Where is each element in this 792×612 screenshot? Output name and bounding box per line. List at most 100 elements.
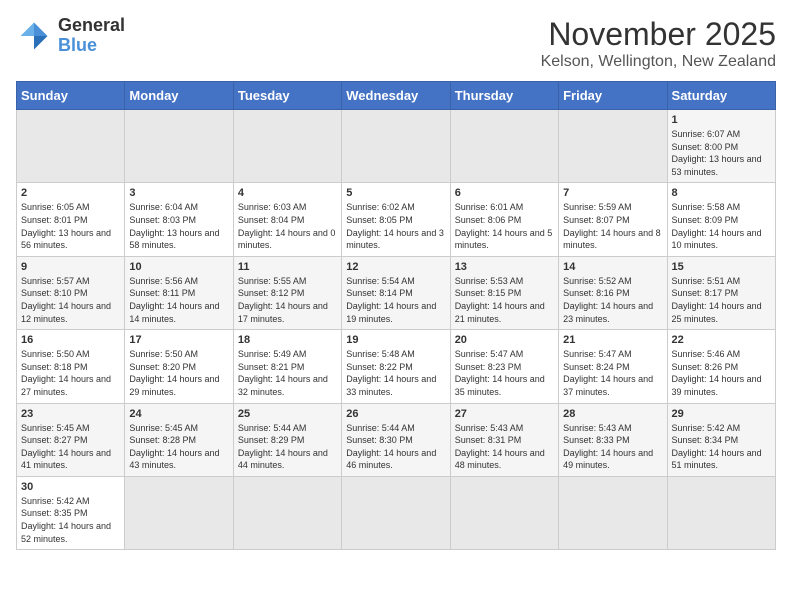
weekday-header-wednesday: Wednesday xyxy=(342,82,450,110)
logo-text: GeneralBlue xyxy=(58,16,125,56)
weekday-header-monday: Monday xyxy=(125,82,233,110)
calendar-week-row: 2Sunrise: 6:05 AM Sunset: 8:01 PM Daylig… xyxy=(17,183,776,256)
day-number: 27 xyxy=(455,408,554,420)
day-info: Sunrise: 5:48 AM Sunset: 8:22 PM Dayligh… xyxy=(346,348,445,398)
calendar-week-row: 9 Sunrise: 5:57 AM Sunset: 8:10 PM Daylig… xyxy=(17,256,776,329)
day-info: Sunrise: 6:05 AM Sunset: 8:01 PM Dayligh… xyxy=(21,201,120,251)
day-info: Sunrise: 5:42 AM Sunset: 8:34 PM Dayligh… xyxy=(672,422,771,472)
day-info: Sunrise: 5:50 AM Sunset: 8:18 PM Dayligh… xyxy=(21,348,120,398)
day-number: 22 xyxy=(672,334,771,346)
day-info: Sunrise: 5:52 AM Sunset: 8:16 PM Dayligh… xyxy=(563,275,662,325)
day-info: Sunrise: 6:07 AM Sunset: 8:00 PM Dayligh… xyxy=(672,128,771,178)
calendar-cell: 7Sunrise: 5:59 AM Sunset: 8:07 PM Daylig… xyxy=(559,183,667,256)
day-number: 7 xyxy=(563,187,662,199)
day-info: Sunrise: 5:43 AM Sunset: 8:33 PM Dayligh… xyxy=(563,422,662,472)
weekday-header-saturday: Saturday xyxy=(667,82,775,110)
calendar-cell: 2Sunrise: 6:05 AM Sunset: 8:01 PM Daylig… xyxy=(17,183,125,256)
calendar-table: SundayMondayTuesdayWednesdayThursdayFrid… xyxy=(16,81,776,550)
calendar-cell: 23Sunrise: 5:45 AM Sunset: 8:27 PM Dayli… xyxy=(17,403,125,476)
calendar-cell: 26Sunrise: 5:44 AM Sunset: 8:30 PM Dayli… xyxy=(342,403,450,476)
calendar-cell: 5 Sunrise: 6:02 AM Sunset: 8:05 PM Daylig… xyxy=(342,183,450,256)
calendar-cell xyxy=(233,110,341,183)
weekday-header-sunday: Sunday xyxy=(17,82,125,110)
day-info: Sunrise: 5:50 AM Sunset: 8:20 PM Dayligh… xyxy=(129,348,228,398)
calendar-cell xyxy=(17,110,125,183)
day-number: 30 xyxy=(21,481,120,493)
calendar-cell: 6 Sunrise: 6:01 AM Sunset: 8:06 PM Daylig… xyxy=(450,183,558,256)
calendar-cell: 21Sunrise: 5:47 AM Sunset: 8:24 PM Dayli… xyxy=(559,330,667,403)
calendar-cell: 4Sunrise: 6:03 AM Sunset: 8:04 PM Daylig… xyxy=(233,183,341,256)
calendar-cell xyxy=(342,476,450,549)
day-info: Sunrise: 5:54 AM Sunset: 8:14 PM Dayligh… xyxy=(346,275,445,325)
day-info: Sunrise: 5:56 AM Sunset: 8:11 PM Dayligh… xyxy=(129,275,228,325)
calendar-cell: 18Sunrise: 5:49 AM Sunset: 8:21 PM Dayli… xyxy=(233,330,341,403)
calendar-cell: 25Sunrise: 5:44 AM Sunset: 8:29 PM Dayli… xyxy=(233,403,341,476)
day-number: 13 xyxy=(455,261,554,273)
calendar-cell: 12 Sunrise: 5:54 AM Sunset: 8:14 PM Dayli… xyxy=(342,256,450,329)
day-number: 21 xyxy=(563,334,662,346)
day-number: 19 xyxy=(346,334,445,346)
day-info: Sunrise: 5:51 AM Sunset: 8:17 PM Dayligh… xyxy=(672,275,771,325)
calendar-cell: 9 Sunrise: 5:57 AM Sunset: 8:10 PM Daylig… xyxy=(17,256,125,329)
calendar-week-row: 1 Sunrise: 6:07 AM Sunset: 8:00 PM Daylig… xyxy=(17,110,776,183)
calendar-cell: 1 Sunrise: 6:07 AM Sunset: 8:00 PM Daylig… xyxy=(667,110,775,183)
weekday-header-tuesday: Tuesday xyxy=(233,82,341,110)
day-number: 24 xyxy=(129,408,228,420)
calendar-cell: 22 Sunrise: 5:46 AM Sunset: 8:26 PM Dayli… xyxy=(667,330,775,403)
calendar-subtitle: Kelson, Wellington, New Zealand xyxy=(541,53,776,71)
calendar-cell: 19 Sunrise: 5:48 AM Sunset: 8:22 PM Dayli… xyxy=(342,330,450,403)
day-number: 3 xyxy=(129,187,228,199)
calendar-cell: 15Sunrise: 5:51 AM Sunset: 8:17 PM Dayli… xyxy=(667,256,775,329)
calendar-cell: 13 Sunrise: 5:53 AM Sunset: 8:15 PM Dayli… xyxy=(450,256,558,329)
calendar-cell xyxy=(559,476,667,549)
day-number: 16 xyxy=(21,334,120,346)
calendar-cell: 27 Sunrise: 5:43 AM Sunset: 8:31 PM Dayli… xyxy=(450,403,558,476)
calendar-cell: 8Sunrise: 5:58 AM Sunset: 8:09 PM Daylig… xyxy=(667,183,775,256)
calendar-cell: 3Sunrise: 6:04 AM Sunset: 8:03 PM Daylig… xyxy=(125,183,233,256)
calendar-cell: 20 Sunrise: 5:47 AM Sunset: 8:23 PM Dayli… xyxy=(450,330,558,403)
day-number: 20 xyxy=(455,334,554,346)
day-info: Sunrise: 6:02 AM Sunset: 8:05 PM Dayligh… xyxy=(346,201,445,251)
day-number: 29 xyxy=(672,408,771,420)
weekday-header-friday: Friday xyxy=(559,82,667,110)
day-number: 23 xyxy=(21,408,120,420)
day-number: 1 xyxy=(672,114,771,126)
day-number: 12 xyxy=(346,261,445,273)
day-number: 26 xyxy=(346,408,445,420)
calendar-week-row: 16 Sunrise: 5:50 AM Sunset: 8:18 PM Dayli… xyxy=(17,330,776,403)
day-number: 14 xyxy=(563,261,662,273)
day-number: 8 xyxy=(672,187,771,199)
day-info: Sunrise: 5:53 AM Sunset: 8:15 PM Dayligh… xyxy=(455,275,554,325)
day-number: 6 xyxy=(455,187,554,199)
calendar-week-row: 30 Sunrise: 5:42 AM Sunset: 8:35 PM Dayli… xyxy=(17,476,776,549)
day-info: Sunrise: 5:47 AM Sunset: 8:23 PM Dayligh… xyxy=(455,348,554,398)
calendar-cell: 14 Sunrise: 5:52 AM Sunset: 8:16 PM Dayli… xyxy=(559,256,667,329)
header: GeneralBlue November 2025 Kelson, Wellin… xyxy=(16,16,776,71)
calendar-cell xyxy=(450,476,558,549)
calendar-cell: 29 Sunrise: 5:42 AM Sunset: 8:34 PM Dayli… xyxy=(667,403,775,476)
weekday-header-thursday: Thursday xyxy=(450,82,558,110)
calendar-cell: 16 Sunrise: 5:50 AM Sunset: 8:18 PM Dayli… xyxy=(17,330,125,403)
day-info: Sunrise: 5:46 AM Sunset: 8:26 PM Dayligh… xyxy=(672,348,771,398)
day-number: 17 xyxy=(129,334,228,346)
day-info: Sunrise: 6:03 AM Sunset: 8:04 PM Dayligh… xyxy=(238,201,337,251)
calendar-week-row: 23Sunrise: 5:45 AM Sunset: 8:27 PM Dayli… xyxy=(17,403,776,476)
day-number: 9 xyxy=(21,261,120,273)
day-number: 18 xyxy=(238,334,337,346)
calendar-cell: 10Sunrise: 5:56 AM Sunset: 8:11 PM Dayli… xyxy=(125,256,233,329)
logo: GeneralBlue xyxy=(16,16,125,56)
calendar-cell: 24 Sunrise: 5:45 AM Sunset: 8:28 PM Dayli… xyxy=(125,403,233,476)
day-info: Sunrise: 5:45 AM Sunset: 8:28 PM Dayligh… xyxy=(129,422,228,472)
day-number: 28 xyxy=(563,408,662,420)
day-info: Sunrise: 5:57 AM Sunset: 8:10 PM Dayligh… xyxy=(21,275,120,325)
calendar-cell xyxy=(233,476,341,549)
weekday-header-row: SundayMondayTuesdayWednesdayThursdayFrid… xyxy=(17,82,776,110)
day-info: Sunrise: 6:01 AM Sunset: 8:06 PM Dayligh… xyxy=(455,201,554,251)
day-number: 11 xyxy=(238,261,337,273)
day-info: Sunrise: 5:55 AM Sunset: 8:12 PM Dayligh… xyxy=(238,275,337,325)
day-info: Sunrise: 5:43 AM Sunset: 8:31 PM Dayligh… xyxy=(455,422,554,472)
day-number: 5 xyxy=(346,187,445,199)
calendar-cell: 28 Sunrise: 5:43 AM Sunset: 8:33 PM Dayli… xyxy=(559,403,667,476)
day-info: Sunrise: 5:42 AM Sunset: 8:35 PM Dayligh… xyxy=(21,495,120,545)
calendar-cell: 17 Sunrise: 5:50 AM Sunset: 8:20 PM Dayli… xyxy=(125,330,233,403)
